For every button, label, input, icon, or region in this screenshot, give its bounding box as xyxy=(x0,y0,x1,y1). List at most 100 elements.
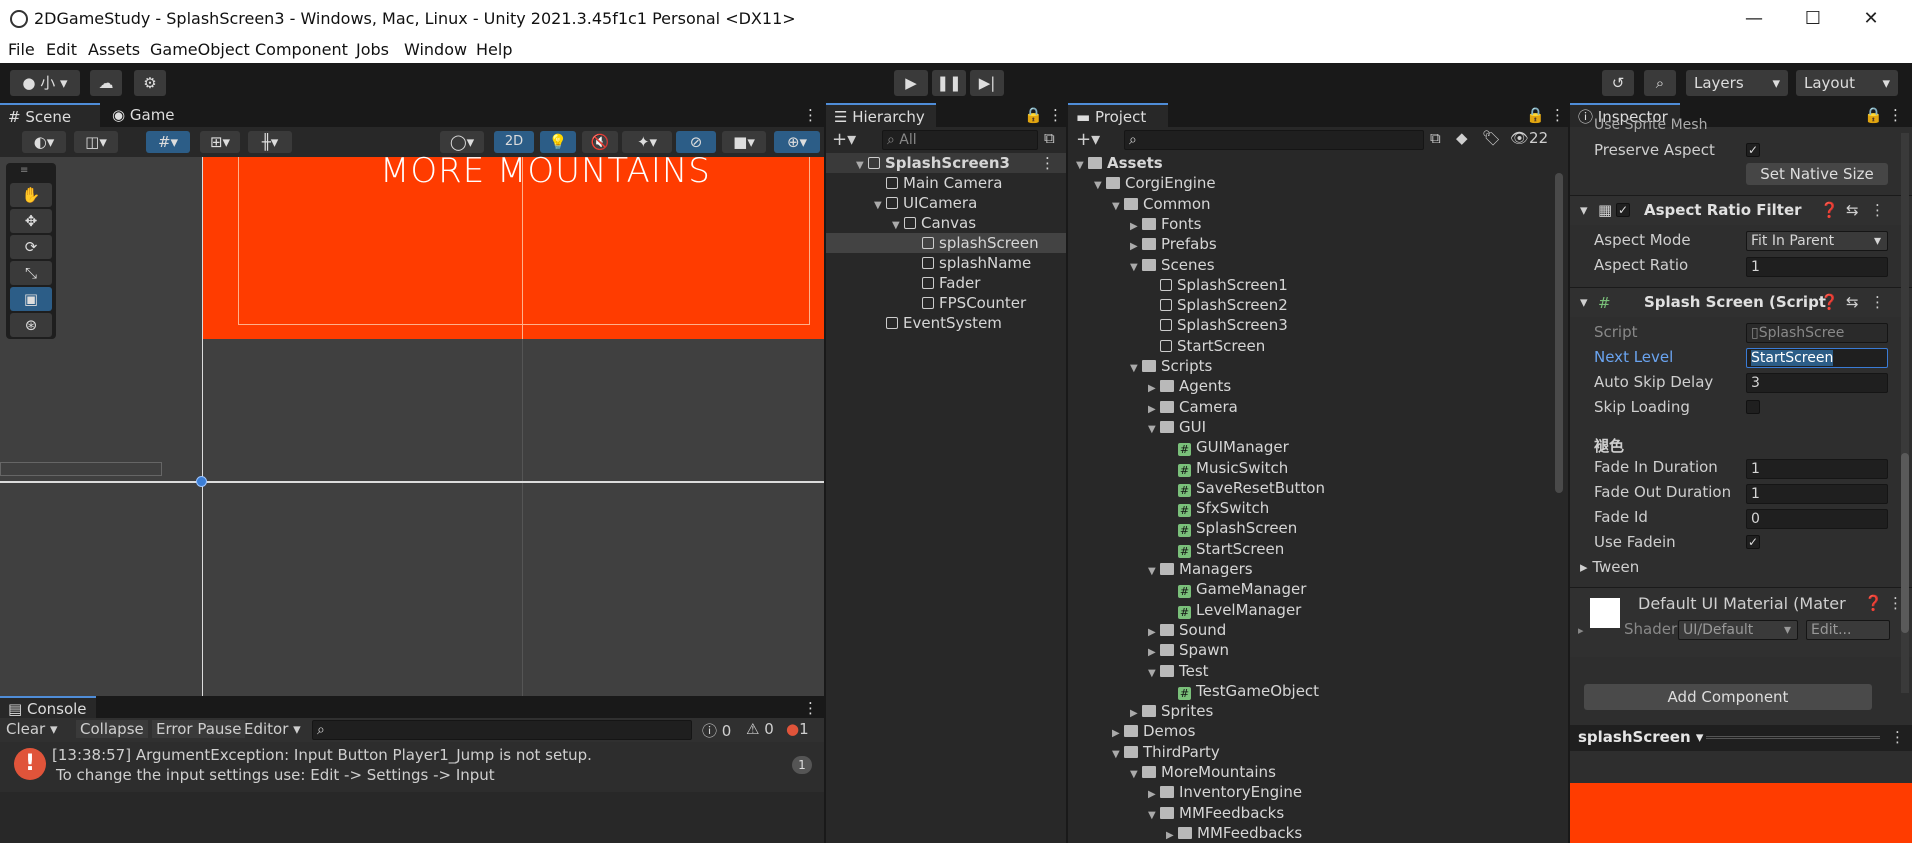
lighting-icon[interactable]: 💡 xyxy=(540,131,576,153)
aspect-ratio-field[interactable]: 1 xyxy=(1746,257,1888,277)
more-icon[interactable]: ⋮ xyxy=(1890,728,1905,746)
project-item[interactable]: # GUIManager xyxy=(1068,437,1289,457)
project-item[interactable]: ▶ Demos xyxy=(1068,721,1195,741)
tab-scene[interactable]: # Scene xyxy=(0,103,100,127)
history-icon[interactable]: ↺ xyxy=(1602,70,1634,96)
project-item[interactable]: ▶ Sprites xyxy=(1068,701,1213,721)
scale-tool-icon[interactable]: ⤡ xyxy=(10,261,52,285)
project-item[interactable]: ▼ Scenes xyxy=(1068,255,1215,275)
preview-title[interactable]: splashScreen ▾ xyxy=(1578,728,1703,746)
splash-screen-header[interactable]: ▾ # Splash Screen (Script ❓ ⇆ ⋮ xyxy=(1570,287,1912,317)
preset-icon[interactable]: ⇆ xyxy=(1846,293,1859,311)
error-pause-button[interactable]: Error Pause xyxy=(152,720,246,738)
log-count[interactable]: ⓘ 0 xyxy=(702,720,731,741)
collapse-button[interactable]: Collapse xyxy=(76,720,148,738)
cloud-icon[interactable]: ☁ xyxy=(90,70,122,96)
hierarchy-item[interactable]: ▼ SplashScreen3 xyxy=(826,153,1066,173)
project-scrollbar[interactable] xyxy=(1555,173,1563,493)
rotate-tool-icon[interactable]: ⟳ xyxy=(10,235,52,259)
scrollbar-thumb[interactable] xyxy=(1901,453,1909,633)
maximize-icon[interactable]: ☐ xyxy=(1793,4,1833,34)
filter-label-icon[interactable]: 🏷 xyxy=(1482,129,1501,147)
search-icon[interactable]: ⌕ xyxy=(1644,70,1676,96)
tab-hierarchy[interactable]: ☰ Hierarchy xyxy=(826,103,936,127)
mode-2d-button[interactable]: 2D xyxy=(494,131,534,153)
fade-out-duration-field[interactable]: 1 xyxy=(1746,484,1888,504)
menu-jobs[interactable]: Jobs xyxy=(356,40,389,59)
transform-tool-icon[interactable]: ⊛ xyxy=(10,313,52,337)
chevron-right-icon[interactable]: ▸ xyxy=(1578,624,1584,637)
project-item[interactable]: ▼ Assets xyxy=(1068,153,1163,173)
project-item[interactable]: SplashScreen2 xyxy=(1068,295,1288,315)
menu-file[interactable]: File xyxy=(8,40,35,59)
shader-dropdown[interactable]: UI/Default ▾ xyxy=(1678,620,1798,640)
shading-dropdown[interactable]: ◫▾ xyxy=(74,131,118,153)
project-item[interactable]: ▶ Prefabs xyxy=(1068,234,1217,254)
foldout-arrow-icon[interactable]: ▾ xyxy=(1580,293,1588,311)
draw-mode-dropdown[interactable]: ◐▾ xyxy=(22,131,66,153)
project-item[interactable]: # GameManager xyxy=(1068,579,1306,599)
aspect-ratio-filter-header[interactable]: ▾ ▦ ✓ Aspect Ratio Filter ❓ ⇆ ⋮ xyxy=(1570,195,1912,225)
clear-button[interactable]: Clear ▾ xyxy=(6,720,58,738)
editor-dropdown[interactable]: Editor ▾ xyxy=(244,720,301,738)
filter-type-icon[interactable]: ◆ xyxy=(1456,129,1468,147)
hierarchy-item[interactable]: FPSCounter xyxy=(826,293,1066,313)
help-icon[interactable]: ❓ xyxy=(1820,293,1839,311)
fade-in-duration-field[interactable]: 1 xyxy=(1746,459,1888,479)
project-item[interactable]: ▼ MoreMountains xyxy=(1068,762,1276,782)
help-icon[interactable]: ❓ xyxy=(1820,201,1839,219)
error-count[interactable]: ●1 xyxy=(786,720,809,738)
shader-edit-button[interactable]: Edit... xyxy=(1806,620,1890,640)
filter-icon[interactable]: ⧉ xyxy=(1044,129,1055,147)
more-icon[interactable]: ⋮ xyxy=(1870,201,1885,219)
minimize-icon[interactable]: — xyxy=(1734,4,1774,34)
more-icon[interactable]: ⋮ xyxy=(1870,293,1885,311)
project-item[interactable]: ▼ Managers xyxy=(1068,559,1253,579)
palette-grip-icon[interactable]: ≡ xyxy=(20,165,28,176)
pause-button[interactable]: ❚❚ xyxy=(932,70,966,96)
project-item[interactable]: ▶ Agents xyxy=(1068,376,1231,396)
warning-count[interactable]: ⚠ 0 xyxy=(746,720,774,738)
audio-icon[interactable]: 🔇 xyxy=(582,131,618,153)
preset-icon[interactable]: ⇆ xyxy=(1846,201,1859,219)
more-icon[interactable]: ⋮ xyxy=(1880,103,1903,127)
project-item[interactable]: ▼ CorgiEngine xyxy=(1068,173,1216,193)
grid-snap-dropdown[interactable]: #▾ xyxy=(146,131,190,153)
chevron-right-icon[interactable]: ▶ xyxy=(1166,826,1178,843)
project-item[interactable]: ▶ InventoryEngine xyxy=(1068,782,1302,802)
tab-game[interactable]: ◉ Game xyxy=(104,103,184,127)
auto-skip-delay-field[interactable]: 3 xyxy=(1746,373,1888,393)
lock-icon[interactable]: 🔒 xyxy=(1518,103,1545,127)
orientation-dropdown[interactable]: ◯▾ xyxy=(440,131,484,153)
collab-icon[interactable]: ⚙ xyxy=(134,70,166,96)
menu-assets[interactable]: Assets xyxy=(88,40,140,59)
project-item[interactable]: ▶ Spawn xyxy=(1068,640,1229,660)
hierarchy-item[interactable]: ▼ Canvas xyxy=(826,213,1066,233)
menu-gameobject[interactable]: GameObject xyxy=(150,40,250,59)
project-item[interactable]: # SaveResetButton xyxy=(1068,478,1325,498)
hierarchy-item[interactable]: EventSystem xyxy=(826,313,1066,333)
more-icon[interactable]: ⋮ xyxy=(795,103,819,127)
project-item[interactable]: SplashScreen1 xyxy=(1068,275,1288,295)
play-button[interactable]: ▶ xyxy=(894,70,928,96)
project-item[interactable]: # LevelManager xyxy=(1068,600,1301,620)
script-field[interactable]: ▯SplashScree xyxy=(1746,323,1888,343)
project-item[interactable]: ▼ Common xyxy=(1068,194,1211,214)
create-asset-button[interactable]: +▾ xyxy=(1076,129,1100,150)
use-fadein-checkbox[interactable]: ✓ xyxy=(1746,535,1760,549)
inspector-scrollbar[interactable] xyxy=(1901,133,1909,693)
ruler-dropdown[interactable]: ╫▾ xyxy=(248,131,292,153)
project-item[interactable]: ▼ Test xyxy=(1068,661,1209,681)
fade-id-field[interactable]: 0 xyxy=(1746,509,1888,529)
project-item[interactable]: ▼ GUI xyxy=(1068,417,1206,437)
console-entry[interactable]: ! [13:38:57] ArgumentException: Input Bu… xyxy=(0,742,824,792)
hand-tool-icon[interactable]: ✋ xyxy=(10,183,52,207)
project-item[interactable]: ▶ Camera xyxy=(1068,397,1238,417)
menu-component[interactable]: Component xyxy=(255,40,348,59)
tween-foldout[interactable]: ▸ Tween xyxy=(1580,558,1639,576)
more-icon[interactable]: ⋮ xyxy=(1040,103,1063,127)
tab-console[interactable]: ▤ Console xyxy=(0,696,96,718)
project-item[interactable]: # StartScreen xyxy=(1068,539,1284,559)
project-item[interactable]: ▶ Fonts xyxy=(1068,214,1201,234)
menu-edit[interactable]: Edit xyxy=(46,40,77,59)
